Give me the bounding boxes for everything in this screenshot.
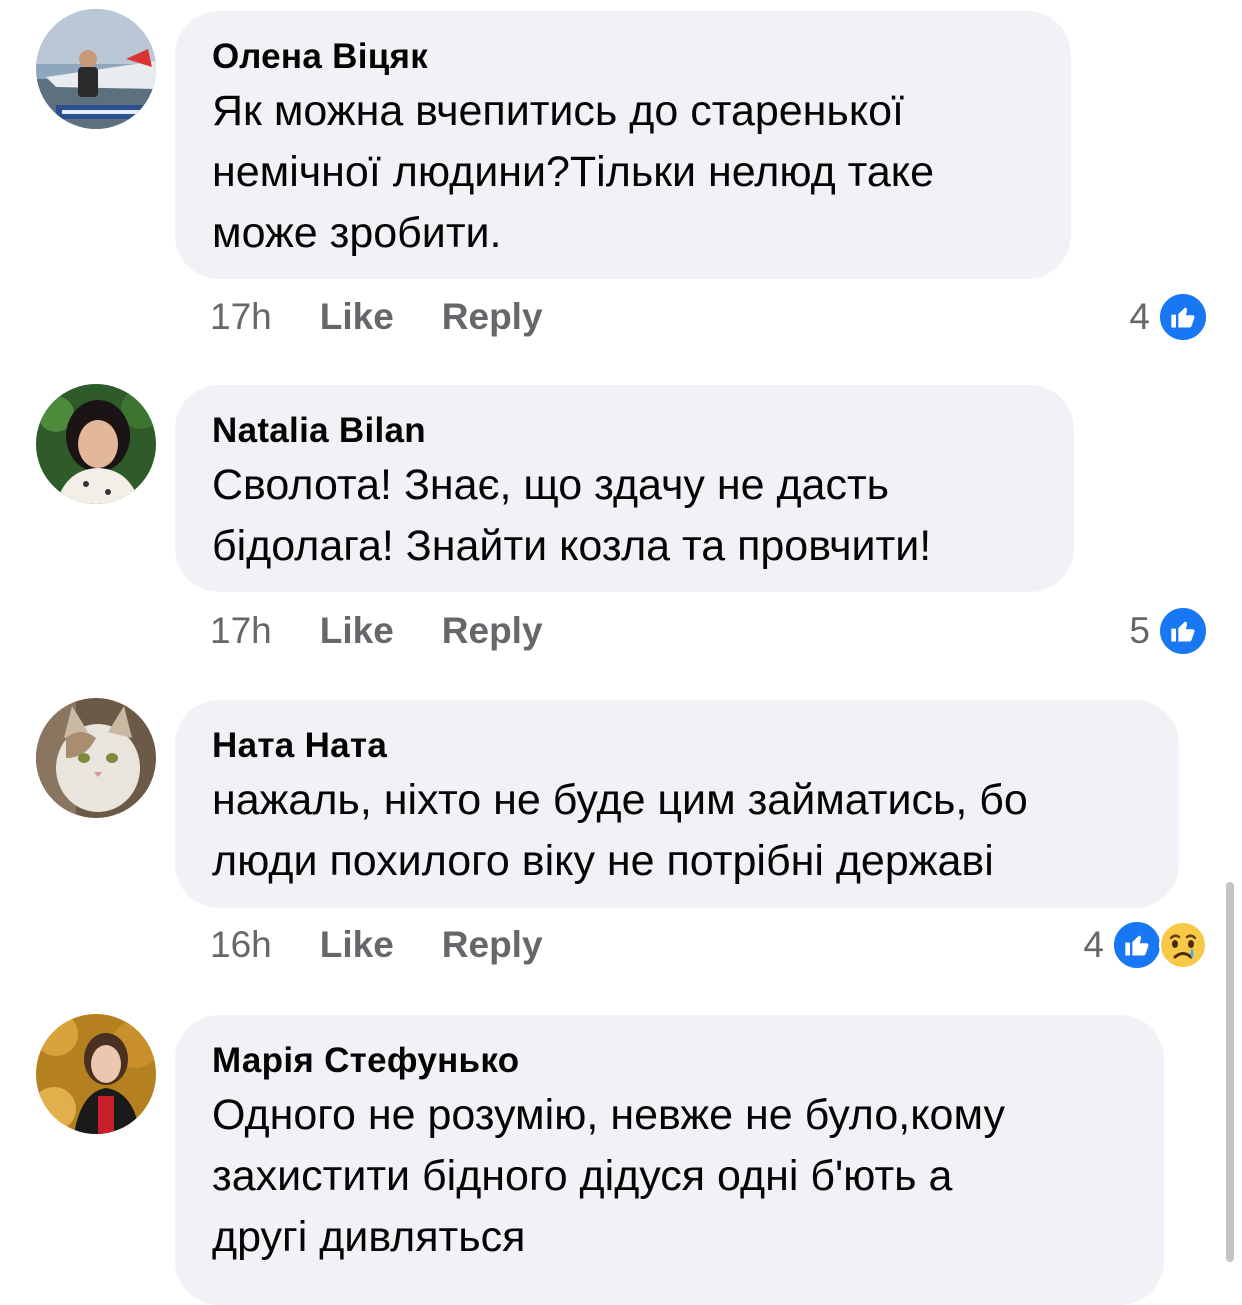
like-button[interactable]: Like	[320, 924, 394, 965]
thumbs-up-icon	[1112, 920, 1162, 970]
comment-text: Одного не розумію, невже не було,кому за…	[212, 1091, 1006, 1261]
comment-author[interactable]: Марія Стефунько	[212, 1039, 1128, 1083]
reaction-count: 5	[1129, 610, 1150, 651]
like-button[interactable]: Like	[320, 610, 394, 651]
comment-text: Як можна вчепитись до старенької немічно…	[212, 87, 935, 257]
reaction-count: 4	[1083, 924, 1104, 965]
comment-author[interactable]: Ната Ната	[212, 724, 1143, 768]
comment-text: Сволота! Знає, що здачу не дасть бідолаг…	[212, 461, 932, 570]
avatar[interactable]	[36, 9, 156, 129]
avatar[interactable]	[36, 1014, 156, 1134]
comment-bubble: Олена Віцяк Як можна вчепитись до старен…	[175, 11, 1071, 279]
thumbs-up-icon	[1158, 606, 1208, 656]
scrollbar[interactable]	[1226, 882, 1234, 1262]
reaction-summary[interactable]: 5	[1129, 604, 1208, 658]
reaction-summary[interactable]: 4	[1129, 290, 1208, 344]
comment-text: нажаль, ніхто не буде цим займатись, бо …	[212, 776, 1028, 885]
avatar[interactable]	[36, 384, 156, 504]
comment-timestamp[interactable]: 17h	[210, 610, 272, 651]
comment-author[interactable]: Natalia Bilan	[212, 409, 1038, 453]
comment-bubble: Ната Ната нажаль, ніхто не буде цим займ…	[175, 700, 1179, 908]
avatar[interactable]	[36, 698, 156, 818]
reply-button[interactable]: Reply	[442, 924, 543, 965]
reaction-summary[interactable]: 4	[1083, 918, 1208, 972]
reply-button[interactable]: Reply	[442, 296, 543, 337]
comment-author[interactable]: Олена Віцяк	[212, 35, 1035, 79]
comment-actions: 17h Like Reply	[210, 606, 591, 656]
comment-bubble: Natalia Bilan Сволота! Знає, що здачу не…	[175, 385, 1074, 592]
thumbs-up-icon	[1158, 292, 1208, 342]
comment-timestamp[interactable]: 16h	[210, 924, 272, 965]
sad-face-icon	[1158, 920, 1208, 970]
like-button[interactable]: Like	[320, 296, 394, 337]
comment-actions: 17h Like Reply	[210, 292, 591, 342]
comment-bubble: Марія Стефунько Одного не розумію, невже…	[175, 1015, 1164, 1305]
comment-timestamp[interactable]: 17h	[210, 296, 272, 337]
reaction-count: 4	[1129, 296, 1150, 337]
reply-button[interactable]: Reply	[442, 610, 543, 651]
comment-actions: 16h Like Reply	[210, 920, 591, 970]
